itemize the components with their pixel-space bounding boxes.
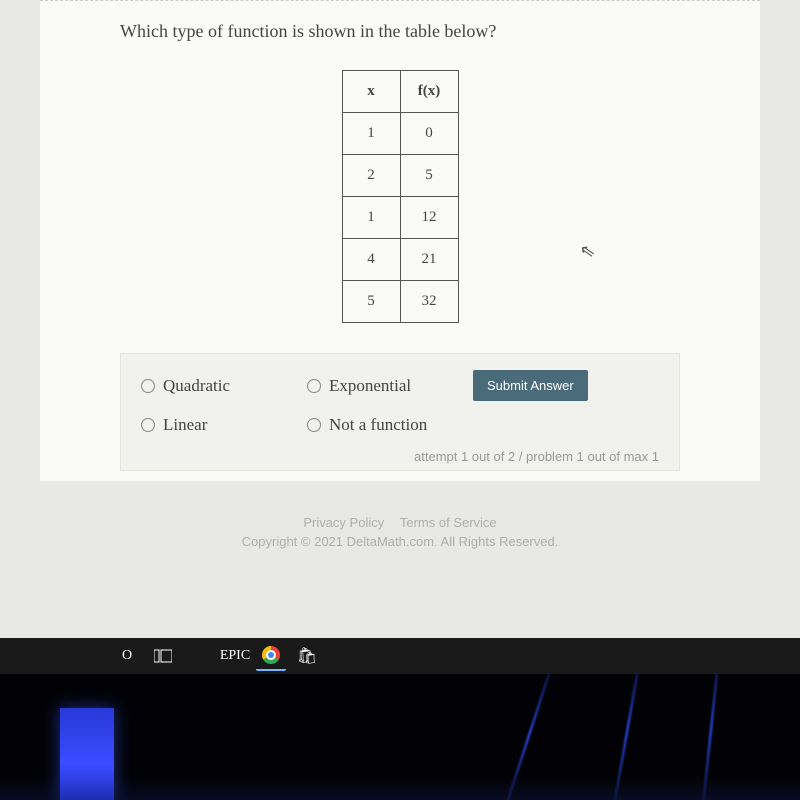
cell-x: 5: [342, 281, 400, 323]
function-table-wrap: x f(x) 1 0 2 5 1 12 4 21 5 32: [120, 70, 680, 323]
table-row: 4 21: [342, 239, 458, 281]
radio-icon: [141, 379, 155, 393]
option-label: Linear: [163, 415, 207, 435]
option-linear[interactable]: Linear: [141, 415, 281, 435]
cell-x: 2: [342, 155, 400, 197]
radio-icon: [307, 379, 321, 393]
option-exponential[interactable]: Exponential: [307, 376, 447, 396]
cell-fx: 5: [400, 155, 458, 197]
cortana-icon[interactable]: O: [112, 641, 142, 671]
windows-taskbar: O EPIC 🛍: [0, 638, 800, 674]
option-label: Quadratic: [163, 376, 230, 396]
copyright-text: Copyright © 2021 DeltaMath.com. All Righ…: [0, 534, 800, 549]
cell-fx: 0: [400, 113, 458, 155]
task-view-icon[interactable]: [148, 641, 178, 671]
desk-glow: [0, 778, 800, 800]
table-row: 5 32: [342, 281, 458, 323]
cell-fx: 32: [400, 281, 458, 323]
table-row: 1 12: [342, 197, 458, 239]
cell-fx: 12: [400, 197, 458, 239]
epic-games-icon[interactable]: EPIC: [220, 641, 250, 671]
option-label: Exponential: [329, 376, 411, 396]
attempt-status: attempt 1 out of 2 / problem 1 out of ma…: [141, 449, 659, 464]
cell-x: 1: [342, 197, 400, 239]
submit-answer-button[interactable]: Submit Answer: [473, 370, 588, 401]
page-footer: Privacy Policy Terms of Service Copyrigh…: [0, 515, 800, 565]
desk-area: [0, 674, 800, 800]
option-quadratic[interactable]: Quadratic: [141, 376, 281, 396]
terms-link[interactable]: Terms of Service: [400, 515, 497, 530]
option-label: Not a function: [329, 415, 427, 435]
answer-panel: Quadratic Exponential Submit Answer Line…: [120, 353, 680, 471]
question-text: Which type of function is shown in the t…: [120, 21, 680, 42]
problem-card: Which type of function is shown in the t…: [40, 0, 760, 481]
microsoft-store-icon[interactable]: 🛍: [292, 641, 322, 671]
cell-fx: 21: [400, 239, 458, 281]
radio-icon: [141, 418, 155, 432]
file-explorer-icon[interactable]: [184, 641, 214, 671]
privacy-link[interactable]: Privacy Policy: [303, 515, 384, 530]
option-not-a-function[interactable]: Not a function: [307, 415, 487, 435]
table-header-x: x: [342, 71, 400, 113]
radio-icon: [307, 418, 321, 432]
cell-x: 4: [342, 239, 400, 281]
cell-x: 1: [342, 113, 400, 155]
table-row: 1 0: [342, 113, 458, 155]
function-table: x f(x) 1 0 2 5 1 12 4 21 5 32: [342, 70, 459, 323]
table-row: 2 5: [342, 155, 458, 197]
chrome-icon[interactable]: [256, 641, 286, 671]
table-header-fx: f(x): [400, 71, 458, 113]
